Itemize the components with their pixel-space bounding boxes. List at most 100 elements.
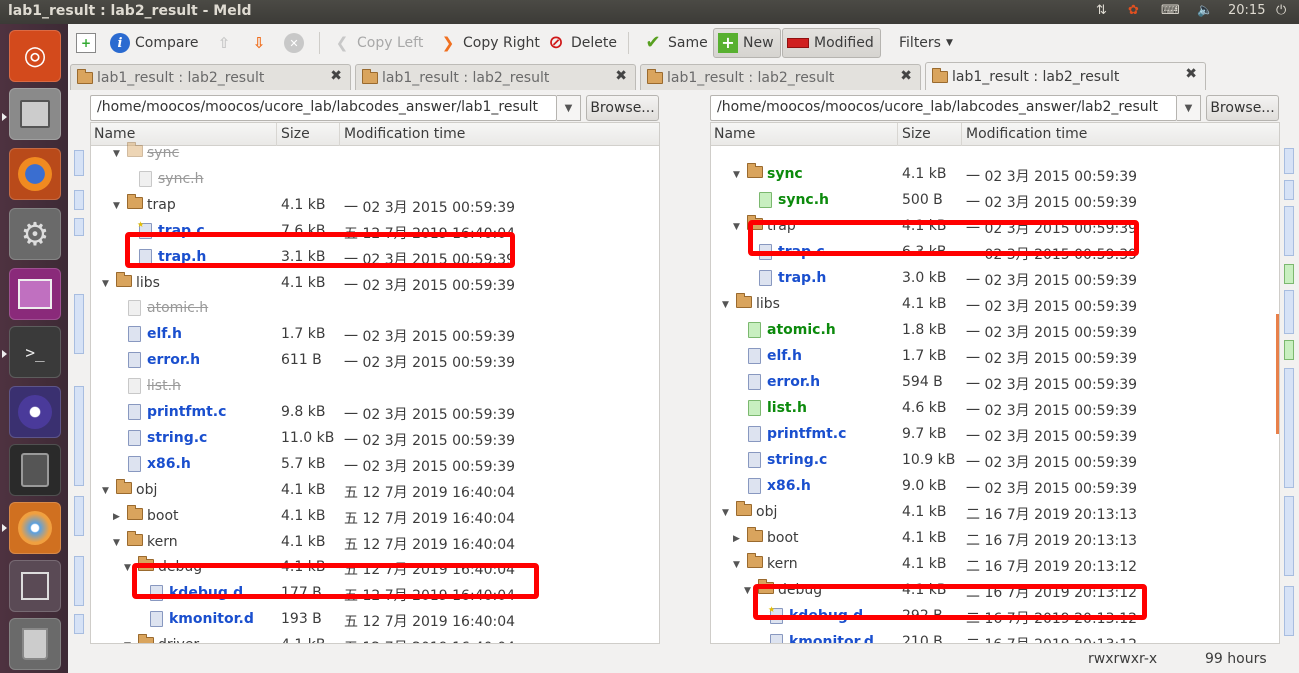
tree-row[interactable]: kmonitor.d 210 B 二 16 7月 2019 20:13:12 — [711, 630, 1279, 643]
tree-row[interactable]: ▼ sync — [91, 141, 659, 167]
expander-open-icon[interactable]: ▼ — [124, 563, 131, 573]
expander-open-icon[interactable]: ▼ — [744, 586, 751, 596]
tree-row[interactable]: printfmt.c 9.7 kB 一 02 3月 2015 00:59:39 — [711, 422, 1279, 448]
tree-row[interactable]: ▼ sync 4.1 kB 一 02 3月 2015 00:59:39 — [711, 162, 1279, 188]
right-file-tree[interactable]: Name Size Modification time ▼ sync 4.1 kB 一… — [710, 122, 1280, 644]
tree-row[interactable]: ▼ libs 4.1 kB 一 02 3月 2015 00:59:39 — [91, 271, 659, 297]
settings-icon[interactable]: ⚙ — [9, 208, 61, 260]
file-icon — [128, 404, 141, 420]
column-size-header[interactable]: Size — [902, 126, 931, 142]
expander-open-icon[interactable]: ▼ — [113, 201, 120, 211]
clock[interactable]: 20:15 — [1228, 3, 1265, 18]
meld-icon[interactable] — [9, 502, 61, 554]
close-icon[interactable]: ✖ — [900, 68, 912, 84]
tree-row[interactable]: sync.h — [91, 167, 659, 193]
workspace-switcher-icon[interactable] — [9, 560, 61, 612]
tree-row[interactable]: ▼ obj 4.1 kB 五 12 7月 2019 16:40:04 — [91, 478, 659, 504]
trash-icon[interactable] — [9, 618, 61, 670]
tree-row[interactable]: ▶ boot 4.1 kB 五 12 7月 2019 16:40:04 — [91, 504, 659, 530]
new-comparison-button[interactable]: + — [76, 28, 96, 58]
app-icon[interactable] — [9, 268, 61, 320]
column-mtime-header[interactable]: Modification time — [966, 126, 1087, 142]
close-icon[interactable]: ✖ — [615, 68, 627, 84]
tree-row[interactable]: ▼ kern 4.1 kB 五 12 7月 2019 16:40:04 — [91, 530, 659, 556]
copy-left-button[interactable]: ❮ Copy Left — [332, 28, 424, 58]
keyboard-icon[interactable]: ⌨ — [1161, 3, 1180, 18]
tree-row[interactable]: list.h 4.6 kB 一 02 3月 2015 00:59:39 — [711, 396, 1279, 422]
column-name-header[interactable]: Name — [94, 126, 135, 142]
go-down-button[interactable]: ⇩ — [249, 28, 269, 58]
tree-row[interactable]: ▼ trap 4.1 kB 一 02 3月 2015 00:59:39 — [91, 193, 659, 219]
tree-row[interactable]: ▼ driver 4.1 kB 五 12 7月 2019 16:40:04 — [91, 633, 659, 643]
column-size-header[interactable]: Size — [281, 126, 310, 142]
go-up-button[interactable]: ⇧ — [214, 28, 234, 58]
tree-row[interactable]: ▼ kern 4.1 kB 二 16 7月 2019 20:13:12 — [711, 552, 1279, 578]
expander-closed-icon[interactable]: ▶ — [113, 512, 120, 522]
expander-open-icon[interactable]: ▼ — [113, 538, 120, 548]
left-overview-gutter[interactable] — [72, 146, 86, 644]
expander-open-icon[interactable]: ▼ — [102, 279, 109, 289]
firefox-icon[interactable] — [9, 148, 61, 200]
tree-row[interactable]: printfmt.c 9.8 kB 一 02 3月 2015 00:59:39 — [91, 400, 659, 426]
expander-open-icon[interactable]: ▼ — [124, 641, 131, 643]
copy-right-button[interactable]: ❯ Copy Right — [438, 28, 540, 58]
tree-row[interactable]: ▼ libs 4.1 kB 一 02 3月 2015 00:59:39 — [711, 292, 1279, 318]
right-overview-gutter[interactable] — [1282, 146, 1296, 644]
filters-menu[interactable]: Filters ▼ — [899, 28, 953, 58]
delete-button[interactable]: ⊘ Delete — [546, 28, 617, 58]
tree-row[interactable]: atomic.h 1.8 kB 一 02 3月 2015 00:59:39 — [711, 318, 1279, 344]
tree-row[interactable]: trap.h 3.0 kB 一 02 3月 2015 00:59:39 — [711, 266, 1279, 292]
right-browse-button[interactable]: Browse... — [1206, 95, 1279, 121]
left-path-input[interactable]: /home/moocos/moocos/ucore_lab/labcodes_a… — [90, 95, 557, 121]
tree-row[interactable]: ▼ obj 4.1 kB 二 16 7月 2019 20:13:13 — [711, 500, 1279, 526]
tree-row[interactable]: error.h 611 B 一 02 3月 2015 00:59:39 — [91, 348, 659, 374]
files-icon[interactable] — [9, 88, 61, 140]
expander-open-icon[interactable]: ▼ — [102, 486, 109, 496]
terminal-icon[interactable]: >_ — [9, 326, 61, 378]
column-name-header[interactable]: Name — [714, 126, 755, 142]
new-toggle[interactable]: + New — [713, 28, 781, 58]
power-icon[interactable]: ⏻ — [1276, 3, 1286, 18]
right-path-dropdown[interactable]: ▼ — [1177, 95, 1201, 121]
close-icon[interactable]: ✖ — [1185, 66, 1197, 82]
tree-row[interactable]: error.h 594 B 一 02 3月 2015 00:59:39 — [711, 370, 1279, 396]
expander-closed-icon[interactable]: ▶ — [733, 534, 740, 544]
volume-icon[interactable]: 🔈 — [1197, 3, 1213, 18]
tree-row[interactable]: list.h — [91, 374, 659, 400]
compare-button[interactable]: i Compare — [110, 28, 199, 58]
expander-open-icon[interactable]: ▼ — [733, 170, 740, 180]
tab-1[interactable]: lab1_result : lab2_result ✖ — [70, 64, 351, 90]
left-browse-button[interactable]: Browse... — [586, 95, 659, 121]
ubuntu-dash-icon[interactable]: ◎ — [9, 30, 61, 82]
tab-2[interactable]: lab1_result : lab2_result ✖ — [355, 64, 636, 90]
modified-toggle[interactable]: Modified — [782, 28, 881, 58]
stop-button[interactable]: ✕ — [284, 28, 304, 58]
expander-open-icon[interactable]: ▼ — [722, 508, 729, 518]
expander-open-icon[interactable]: ▼ — [113, 149, 120, 159]
tree-row[interactable]: string.c 10.9 kB 一 02 3月 2015 00:59:39 — [711, 448, 1279, 474]
same-toggle[interactable]: ✔ Same — [643, 28, 707, 58]
tree-row[interactable]: x86.h 9.0 kB 一 02 3月 2015 00:59:39 — [711, 474, 1279, 500]
tree-row[interactable]: sync.h 500 B 一 02 3月 2015 00:59:39 — [711, 188, 1279, 214]
tree-row[interactable]: ▶ boot 4.1 kB 二 16 7月 2019 20:13:13 — [711, 526, 1279, 552]
expander-open-icon[interactable]: ▼ — [722, 300, 729, 310]
eclipse-icon[interactable] — [9, 386, 61, 438]
left-path-dropdown[interactable]: ▼ — [557, 95, 581, 121]
update-icon[interactable]: ✿ — [1128, 3, 1139, 18]
tab-4[interactable]: lab1_result : lab2_result ✖ — [925, 62, 1206, 90]
close-icon[interactable]: ✖ — [330, 68, 342, 84]
network-icon[interactable]: ⇅ — [1096, 3, 1107, 18]
tree-row[interactable]: kmonitor.d 193 B 五 12 7月 2019 16:40:04 — [91, 607, 659, 633]
expander-open-icon[interactable]: ▼ — [733, 222, 740, 232]
tab-3[interactable]: lab1_result : lab2_result ✖ — [640, 64, 921, 90]
right-path-input[interactable]: /home/moocos/moocos/ucore_lab/labcodes_a… — [710, 95, 1177, 121]
tree-row[interactable]: x86.h 5.7 kB 一 02 3月 2015 00:59:39 — [91, 452, 659, 478]
tree-row[interactable]: string.c 11.0 kB 一 02 3月 2015 00:59:39 — [91, 426, 659, 452]
tree-row[interactable]: elf.h 1.7 kB 一 02 3月 2015 00:59:39 — [91, 322, 659, 348]
tree-row[interactable]: elf.h 1.7 kB 一 02 3月 2015 00:59:39 — [711, 344, 1279, 370]
column-mtime-header[interactable]: Modification time — [344, 126, 465, 142]
tree-row[interactable]: atomic.h — [91, 296, 659, 322]
safe-icon[interactable] — [9, 444, 61, 496]
gutter-modified-mark — [74, 386, 84, 486]
expander-open-icon[interactable]: ▼ — [733, 560, 740, 570]
